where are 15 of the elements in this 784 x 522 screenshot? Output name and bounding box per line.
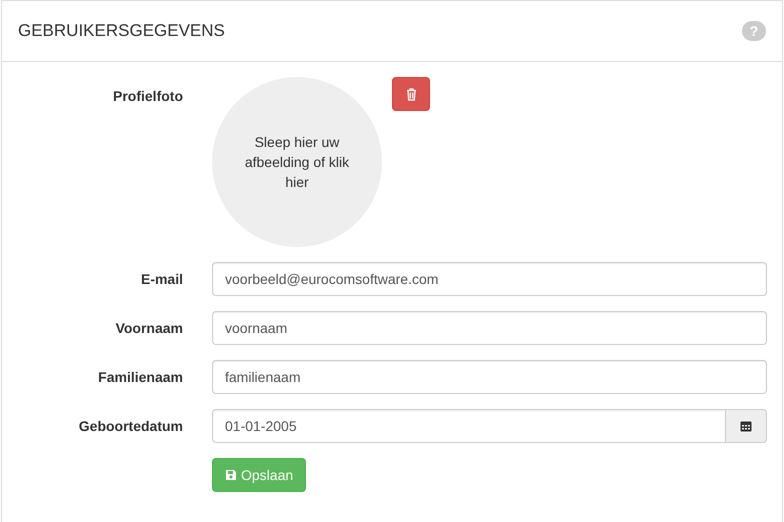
field-label: Geboortedatum xyxy=(78,417,183,436)
calendar-icon xyxy=(740,420,752,432)
field-label: E-mail xyxy=(140,270,183,289)
field-label: Familienaam xyxy=(97,368,183,387)
calendar-button[interactable] xyxy=(726,409,767,443)
text-field[interactable]: familienaam xyxy=(212,360,767,394)
text-field[interactable]: voorbeeld@eurocomsoftware.com xyxy=(212,262,767,296)
date-field[interactable]: 01-01-2005 xyxy=(212,409,726,443)
field-label: Profielfoto xyxy=(112,87,183,106)
field-label: Voornaam xyxy=(114,319,183,338)
delete-button[interactable] xyxy=(392,77,430,111)
text-field[interactable]: voornaam xyxy=(212,311,767,345)
trash-icon xyxy=(406,88,416,100)
photo-dropzone[interactable]: Sleep hier uw afbeelding of klik hier xyxy=(212,77,382,247)
panel-title: GEBRUIKERSGEGEVENS xyxy=(18,21,225,41)
